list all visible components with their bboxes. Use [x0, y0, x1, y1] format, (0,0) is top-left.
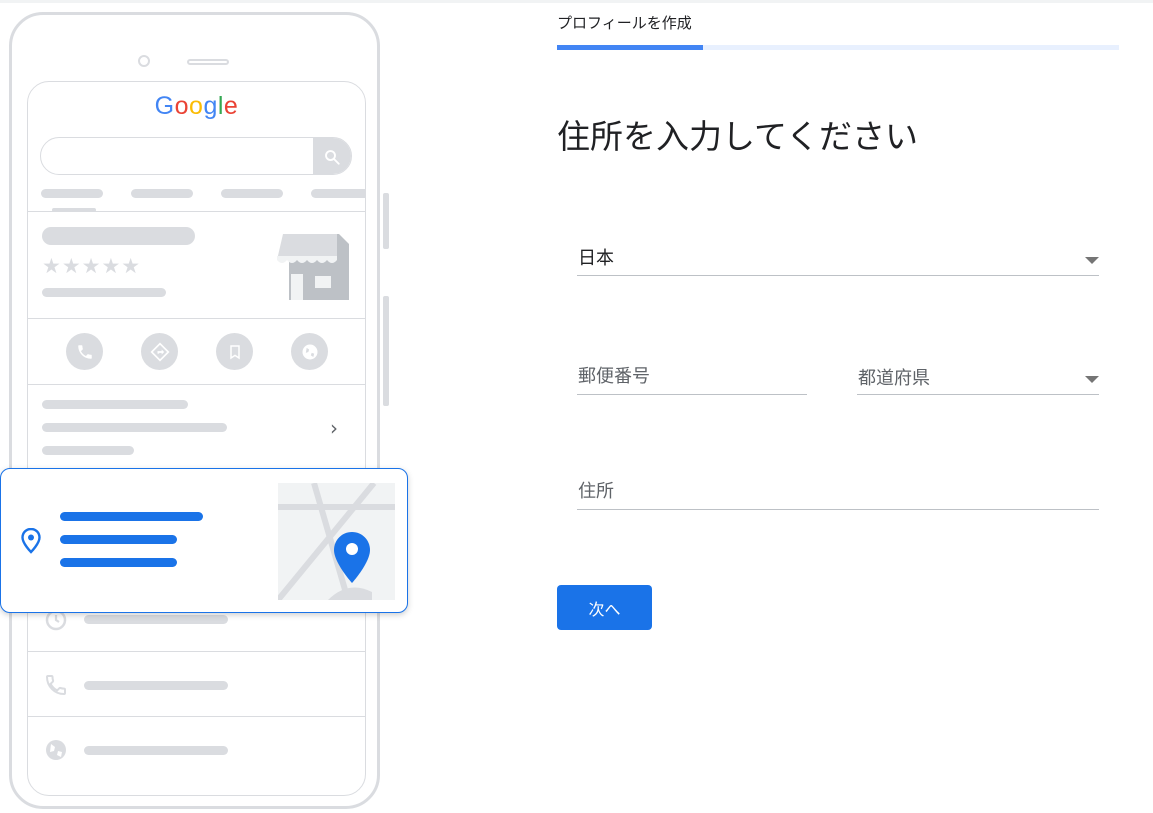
phone-number-placeholder [84, 681, 228, 690]
detail-line-placeholder [42, 446, 134, 455]
address-line-highlight [60, 512, 203, 521]
tab-placeholder [41, 189, 103, 198]
divider [28, 651, 365, 652]
web-icon [291, 333, 328, 370]
postal-code-placeholder: 郵便番号 [578, 366, 650, 387]
divider [28, 211, 365, 212]
country-select-value: 日本 [578, 248, 614, 269]
logo-letter: o [189, 92, 204, 120]
location-pin-icon [21, 527, 41, 558]
address-card-illustration [0, 468, 408, 613]
address-placeholder: 住所 [578, 481, 614, 502]
detail-line-placeholder [42, 400, 188, 409]
map-thumbnail [278, 483, 395, 600]
business-detail-placeholder [42, 288, 166, 297]
phone-side-button [383, 193, 389, 249]
tab-placeholder [311, 189, 365, 198]
phone-screen: Google ★★★★★ › [27, 81, 366, 796]
divider [28, 318, 365, 319]
phone-speaker [187, 59, 229, 65]
top-divider [0, 0, 1153, 3]
country-select[interactable]: 日本 [577, 240, 1099, 276]
step-title: プロフィールを作成 [557, 14, 692, 32]
phone-icon [44, 673, 68, 701]
chevron-right-icon: › [330, 416, 338, 440]
website-placeholder [84, 746, 228, 755]
prefecture-placeholder: 都道府県 [858, 368, 930, 389]
progress-bar-fill [557, 45, 704, 50]
bookmark-icon [216, 333, 253, 370]
address-line-highlight [60, 558, 177, 567]
prefecture-select[interactable]: 都道府県 [857, 360, 1099, 395]
postal-code-field[interactable]: 郵便番号 [577, 358, 807, 395]
divider [28, 384, 365, 385]
logo-letter: G [154, 92, 175, 120]
detail-line-placeholder [42, 423, 227, 432]
map-pin-icon [334, 532, 370, 588]
tab-placeholder [131, 189, 193, 198]
logo-letter: o [174, 92, 190, 120]
rating-stars: ★★★★★ [42, 254, 142, 278]
dropdown-arrow-icon [1085, 257, 1099, 264]
tab-placeholder [221, 189, 283, 198]
dropdown-arrow-icon [1085, 376, 1099, 383]
phone-side-button [383, 296, 389, 406]
globe-icon [44, 738, 68, 766]
phone-icon [66, 333, 103, 370]
hours-placeholder [84, 615, 228, 624]
progress-bar [557, 45, 1119, 50]
google-logo: Google [28, 92, 365, 121]
business-name-placeholder [42, 227, 195, 245]
next-button[interactable]: 次へ [557, 585, 652, 630]
search-bar-illustration [40, 137, 352, 175]
logo-letter: g [203, 92, 218, 120]
store-icon [275, 230, 351, 302]
page-title: 住所を入力してください [557, 117, 919, 156]
address-line-highlight [60, 535, 177, 544]
directions-icon [141, 333, 178, 370]
logo-letter: e [223, 92, 239, 120]
divider [28, 716, 365, 717]
search-icon [313, 138, 351, 174]
phone-camera [138, 55, 150, 67]
address-field[interactable]: 住所 [577, 473, 1099, 510]
